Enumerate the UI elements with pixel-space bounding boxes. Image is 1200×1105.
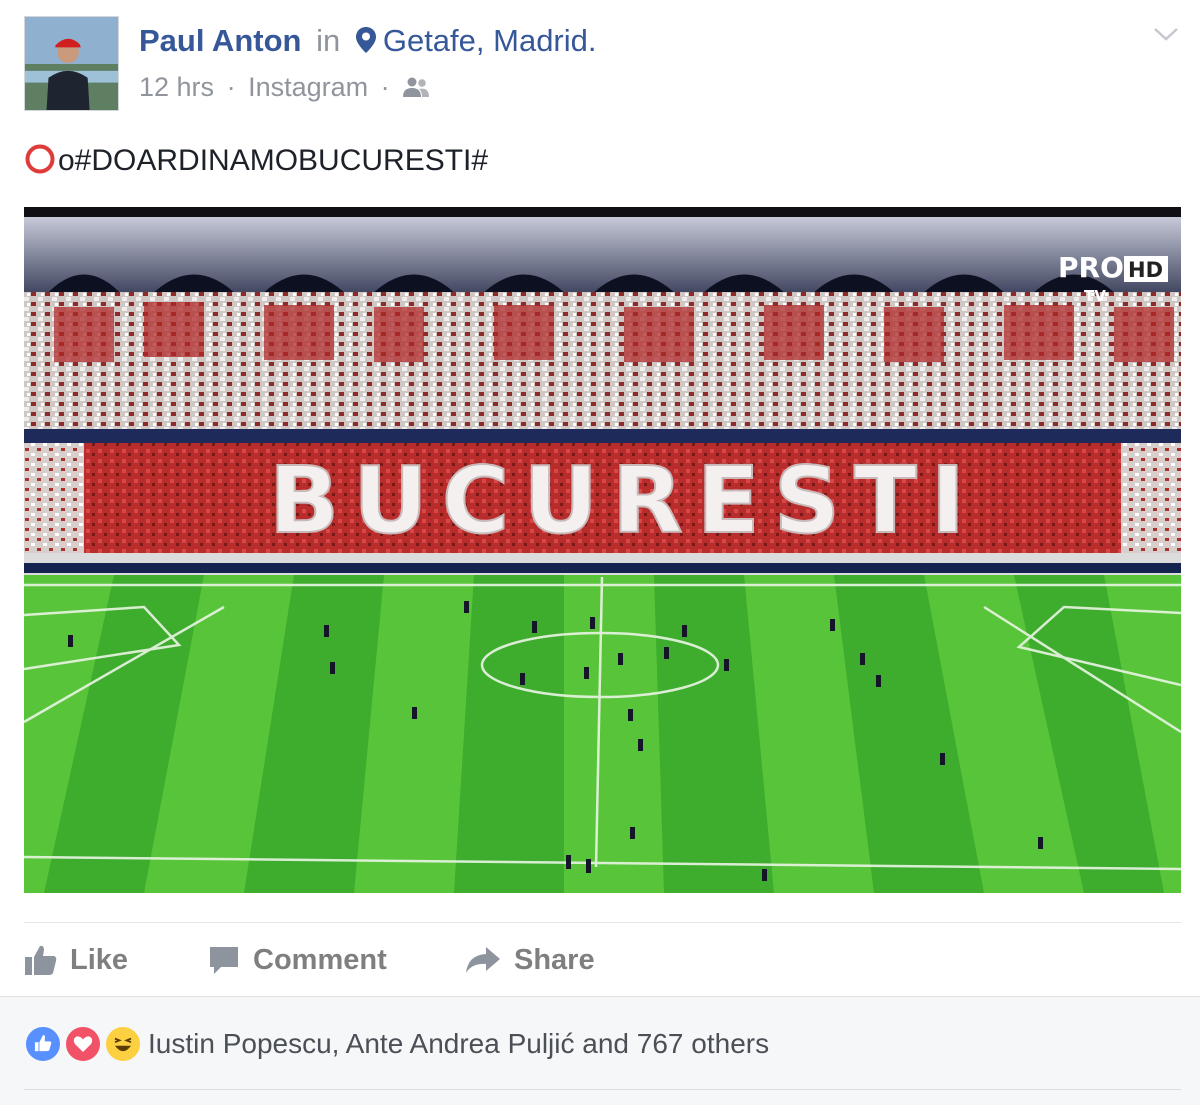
actions-divider: [24, 922, 1181, 923]
post-header: Paul Anton in Getafe, Madrid.: [139, 22, 597, 60]
comment-icon: [210, 947, 238, 974]
meta-separator: ·: [226, 72, 236, 102]
post-photo[interactable]: BUCURESTI PRO HD TV: [24, 207, 1181, 893]
meta-separator-2: ·: [380, 72, 390, 102]
like-reaction-icon: [24, 1025, 62, 1063]
post-source[interactable]: Instagram: [248, 72, 368, 102]
reactions-footer: Iustin Popescu, Ante Andrea Puljić and 7…: [0, 996, 1200, 1105]
in-label: in: [316, 23, 341, 58]
love-reaction-icon: [64, 1025, 102, 1063]
map-pin-icon: [355, 27, 376, 53]
logo-tv-text: TV: [1084, 287, 1106, 305]
comment-label: Comment: [253, 943, 387, 976]
comment-button[interactable]: Comment: [207, 938, 387, 982]
author-avatar[interactable]: [24, 16, 119, 111]
friends-icon[interactable]: [402, 76, 430, 98]
post-message: o#DOARDINAMOBUCURESTI#: [24, 143, 488, 179]
share-arrow-icon: [466, 947, 500, 973]
location-link[interactable]: Getafe, Madrid.: [383, 23, 597, 58]
red-circle-icon: [25, 144, 55, 174]
stadium-image: BUCURESTI PRO HD TV: [24, 207, 1181, 893]
author-name[interactable]: Paul Anton: [139, 23, 301, 58]
avatar-photo: [25, 17, 118, 110]
logo-hd-text: HD: [1128, 258, 1163, 282]
facebook-post: Paul Anton in Getafe, Madrid. 12 hrs · I…: [0, 0, 1200, 1105]
share-button[interactable]: Share: [464, 938, 595, 982]
message-text: o#DOARDINAMOBUCURESTI#: [58, 144, 489, 177]
reaction-icons[interactable]: [24, 1025, 144, 1065]
post-meta: 12 hrs · Instagram ·: [139, 70, 430, 104]
thumbs-up-icon: [25, 945, 57, 975]
like-label: Like: [70, 943, 129, 976]
chevron-down-icon[interactable]: [1150, 22, 1182, 46]
crowd-banner-text: BUCURESTI: [269, 447, 979, 554]
haha-reaction-icon: [104, 1025, 142, 1063]
footer-divider: [24, 1089, 1181, 1090]
share-label: Share: [514, 943, 595, 976]
like-button[interactable]: Like: [24, 938, 128, 982]
logo-pro-text: PRO: [1058, 251, 1124, 284]
post-timestamp[interactable]: 12 hrs: [139, 72, 214, 102]
reaction-summary[interactable]: Iustin Popescu, Ante Andrea Puljić and 7…: [148, 1027, 769, 1061]
